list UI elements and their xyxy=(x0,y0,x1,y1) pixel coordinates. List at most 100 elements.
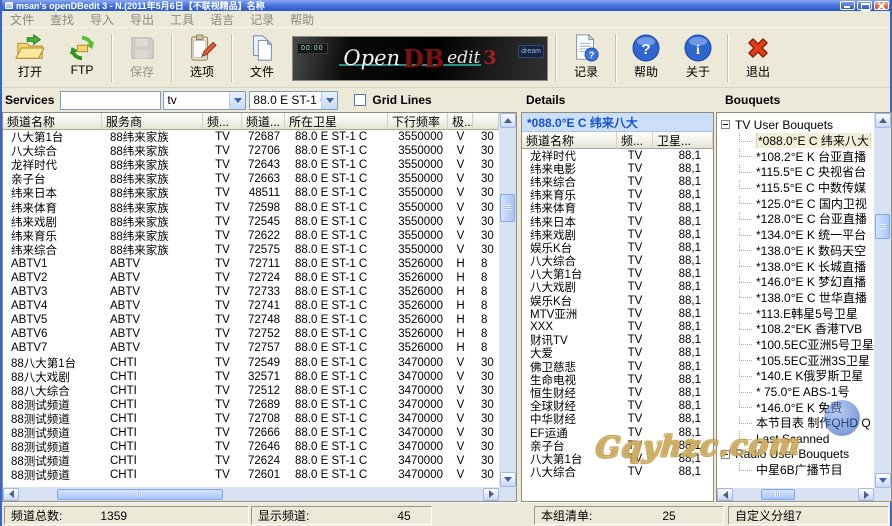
column-header[interactable]: 频道名称 xyxy=(522,132,617,149)
scroll-down-icon[interactable] xyxy=(874,473,891,488)
grid-lines-checkbox[interactable] xyxy=(354,94,367,106)
tree-item[interactable]: * 75.0°E ABS-1号 xyxy=(717,383,874,400)
table-row[interactable]: 88八大戏剧 CHTI TV 32571 88.0 E ST-1 C 3470000 V 30 xyxy=(3,370,499,384)
collapse-icon[interactable] xyxy=(721,120,730,130)
tree-item[interactable]: *128.0°E C 台亚直播 xyxy=(717,211,874,227)
column-header[interactable]: 频道... xyxy=(242,113,285,130)
column-header[interactable]: 服务商 xyxy=(102,113,203,130)
tree-item[interactable]: *100.5EC亚洲5号卫星 xyxy=(717,336,874,353)
chevron-down-icon[interactable] xyxy=(229,91,246,109)
help-button[interactable]: ? 帮助 xyxy=(620,31,672,85)
scrollbar-thumb[interactable] xyxy=(57,488,223,500)
tree-item[interactable]: *108.2°EK 香港TVB xyxy=(717,320,874,337)
scrollbar-thumb[interactable] xyxy=(761,489,795,500)
table-row[interactable]: 88八大综合 CHTI TV 72512 88.0 E ST-1 C 3470000 V 30 xyxy=(3,384,499,398)
open-button[interactable]: 打开 xyxy=(4,31,56,85)
list-item[interactable]: 八大综合 TV 88,1 xyxy=(522,466,713,479)
tree-item[interactable]: *140.E K俄罗斯卫星 xyxy=(717,368,874,384)
about-button[interactable]: i 关于 xyxy=(672,31,724,85)
tree-root-tv-user-bouquets[interactable]: TV User Bouquets xyxy=(717,117,874,133)
table-row[interactable]: 88测试频道 CHTI TV 72601 88.0 E ST-1 C 3470000 V 30 xyxy=(3,468,499,482)
tree-item[interactable]: 本节目表 制作QHD Q xyxy=(717,415,874,431)
scroll-right-icon[interactable] xyxy=(858,488,875,501)
scrollbar-thumb[interactable] xyxy=(500,194,515,222)
table-row[interactable]: 88测试频道 CHTI TV 72646 88.0 E ST-1 C 3470000 V 30 xyxy=(3,440,499,454)
chevron-down-icon[interactable] xyxy=(321,91,338,109)
tree-item[interactable]: *115.5°E C 央视省台 xyxy=(717,164,874,180)
table-row[interactable]: 88测试频道 CHTI TV 72666 88.0 E ST-1 C 3470000 V 30 xyxy=(3,426,499,440)
close-icon[interactable] xyxy=(874,1,889,10)
table-row[interactable]: 八大第1台 88纬来家族 TV 72687 88.0 E ST-1 C 3550000 V 3… xyxy=(3,130,499,144)
ftp-button[interactable]: FTP xyxy=(56,31,108,85)
tree-item[interactable]: *134.0°E K 统一平台 xyxy=(717,226,874,243)
table-row[interactable]: 纬来综合 88纬来家族 TV 72575 88.0 E ST-1 C 3550000 V 30 xyxy=(3,243,499,257)
scroll-down-icon[interactable] xyxy=(499,472,516,487)
table-row[interactable]: 88测试频道 CHTI TV 72624 88.0 E ST-1 C 3470000 V 30 xyxy=(3,454,499,468)
bouquets-vertical-scrollbar[interactable] xyxy=(874,113,892,488)
menu-item-find[interactable]: 查找 xyxy=(42,11,82,28)
table-row[interactable]: 龙祥时代 88纬来家族 TV 72643 88.0 E ST-1 C 3550000 V 30 xyxy=(3,158,499,172)
table-row[interactable]: ABTV5 ABTV TV 72748 88.0 E ST-1 C 3526000 H 8 xyxy=(3,313,499,327)
column-header[interactable]: 所在卫星 xyxy=(285,113,388,130)
log-button[interactable]: ? 记录 xyxy=(560,31,612,85)
list-item[interactable]: MTV亚洲 TV 88,1 xyxy=(522,307,713,321)
column-header[interactable]: 频道名称 xyxy=(3,113,102,130)
minimize-icon[interactable] xyxy=(840,1,855,10)
tree-item[interactable]: *125.0°E C 国内卫视 xyxy=(717,195,874,211)
table-row[interactable]: 八大综合 88纬来家族 TV 72706 88.0 E ST-1 C 3550000 V 30 xyxy=(3,144,499,158)
table-row[interactable]: 纬来体育 88纬来家族 TV 72598 88.0 E ST-1 C 3550000 V 30 xyxy=(3,200,499,215)
menu-item-export[interactable]: 导出 xyxy=(122,11,162,28)
table-row[interactable]: 88八大第1台 CHTI TV 72549 88.0 E ST-1 C 3470000 V 3… xyxy=(3,356,499,370)
tree-item[interactable]: Last Scanned xyxy=(717,430,874,447)
services-horizontal-scrollbar[interactable] xyxy=(3,487,499,501)
satellite-dropdown[interactable]: 88.0 E ST-1 C xyxy=(249,90,339,110)
tree-item[interactable]: *088.0°E C 纬来八大 xyxy=(717,132,874,149)
bouquets-horizontal-scrollbar[interactable] xyxy=(717,488,875,501)
table-row[interactable]: ABTV1 ABTV TV 72711 88.0 E ST-1 C 3526000 H 8 xyxy=(3,257,499,271)
column-header[interactable] xyxy=(473,113,499,130)
table-row[interactable]: 纬来戏剧 88纬来家族 TV 72545 88.0 E ST-1 C 3550000 V 30 xyxy=(3,215,499,229)
column-header[interactable]: 极... xyxy=(448,113,473,130)
menu-item-import[interactable]: 导入 xyxy=(82,11,122,28)
tree-item[interactable]: *138.0°E K 长城直播 xyxy=(717,258,874,274)
search-input[interactable] xyxy=(60,90,162,110)
tree-item[interactable]: *138.0°E C 世华直播 xyxy=(717,289,874,306)
files-button[interactable]: 文件 xyxy=(236,31,288,85)
exit-button[interactable]: 退出 xyxy=(732,31,784,85)
menu-item-log[interactable]: 记录 xyxy=(242,11,282,28)
menu-item-language[interactable]: 语言 xyxy=(202,11,242,28)
maximize-icon[interactable] xyxy=(857,1,872,11)
tree-item[interactable]: *105.5EC亚洲3S卫星 xyxy=(717,352,874,368)
column-header[interactable]: 卫星... xyxy=(653,132,713,149)
table-row[interactable]: ABTV2 ABTV TV 72724 88.0 E ST-1 C 3526000 H 8 xyxy=(3,271,499,285)
column-header[interactable]: 下行频率 xyxy=(388,113,448,130)
collapse-icon[interactable] xyxy=(721,449,730,459)
tree-item[interactable]: *108.2°E K 台亚直播 xyxy=(717,148,874,164)
menu-item-file[interactable]: 文件 xyxy=(2,11,42,28)
table-row[interactable]: ABTV7 ABTV TV 72757 88.0 E ST-1 C 3526000 H 8 xyxy=(3,341,499,355)
tree-item[interactable]: *113.E韩星5号卫星 xyxy=(717,305,874,321)
tree-item[interactable]: *146.0°E K 梦幻直播 xyxy=(717,273,874,290)
tree-item[interactable]: 中星6B广播节目 xyxy=(717,462,874,478)
scroll-up-icon[interactable] xyxy=(874,113,891,128)
table-row[interactable]: 88测试频道 CHTI TV 72689 88.0 E ST-1 C 3470000 V 30 xyxy=(3,398,499,412)
menu-item-tools[interactable]: 工具 xyxy=(162,11,202,28)
table-row[interactable]: 纬来育乐 88纬来家族 TV 72622 88.0 E ST-1 C 3550000 V 30 xyxy=(3,229,499,243)
services-vertical-scrollbar[interactable] xyxy=(499,113,516,487)
service-type-dropdown[interactable]: tv xyxy=(163,90,247,110)
scroll-left-icon[interactable] xyxy=(717,488,733,501)
column-header[interactable]: 频... xyxy=(617,132,653,149)
table-row[interactable]: ABTV3 ABTV TV 72733 88.0 E ST-1 C 3526000 H 8 xyxy=(3,285,499,299)
tree-item[interactable]: *146.0°E K 免费 xyxy=(717,399,874,415)
scroll-left-icon[interactable] xyxy=(3,487,19,501)
column-header[interactable]: 频... xyxy=(203,113,242,130)
table-row[interactable]: 88测试频道 CHTI TV 72708 88.0 E ST-1 C 3470000 V 30 xyxy=(3,412,499,426)
menu-item-help[interactable]: 帮助 xyxy=(282,11,322,28)
options-button[interactable]: 选项 xyxy=(176,31,228,85)
scrollbar-thumb[interactable] xyxy=(875,214,891,239)
tree-item[interactable]: *138.0°E K 数码天空 xyxy=(717,242,874,259)
scroll-up-icon[interactable] xyxy=(499,113,516,128)
table-row[interactable]: ABTV4 ABTV TV 72741 88.0 E ST-1 C 3526000 H 8 xyxy=(3,299,499,313)
tree-root-radio-user-bouquets[interactable]: Radio User Bouquets xyxy=(717,446,874,462)
table-row[interactable]: 纬来日本 88纬来家族 TV 48511 88.0 E ST-1 C 3550000 V 30 xyxy=(3,186,499,200)
